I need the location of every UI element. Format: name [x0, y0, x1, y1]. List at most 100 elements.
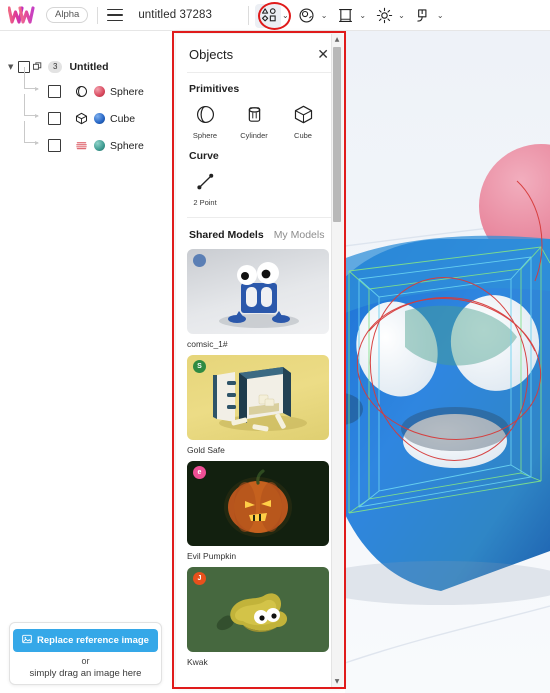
item-checkbox[interactable] [48, 112, 61, 125]
child-count-badge: 3 [48, 60, 63, 73]
model-label: Kwak [187, 657, 208, 667]
evil-pumpkin-thumbnail[interactable]: e [187, 461, 329, 546]
primitive-label: Cylinder [240, 131, 268, 140]
models-list: comsic_1# S Gold Safe e Evil Pumpkin J K… [176, 249, 342, 667]
primitives-section-label: Primitives [189, 83, 240, 95]
export-chevron-down-icon[interactable]: ⌄ [437, 11, 444, 20]
toolbar-divider-1 [97, 6, 99, 24]
scrollbar-thumb[interactable] [333, 47, 341, 222]
curve-section-label: Curve [189, 150, 219, 162]
image-icon [22, 634, 32, 647]
thumbnail-art [187, 567, 329, 652]
cube-wireframe-icon [71, 112, 91, 125]
model-label: comsic_1# [187, 339, 228, 349]
model-card[interactable]: S Gold Safe [187, 355, 331, 455]
cube-icon [293, 101, 314, 127]
model-card[interactable]: J Kwak [187, 567, 331, 667]
model-author-badge: S [193, 360, 206, 373]
item-checkbox[interactable] [48, 139, 61, 152]
material-sphere-icon[interactable] [294, 4, 320, 28]
model-author-badge: e [193, 466, 206, 479]
two-point-curve-icon [195, 168, 216, 194]
layers-wireframe-icon [71, 139, 91, 152]
primitive-label: Sphere [192, 131, 218, 140]
scroll-down-arrow-icon[interactable]: ▼ [332, 676, 342, 687]
close-icon[interactable]: ✕ [317, 48, 329, 62]
gold-safe-thumbnail[interactable]: S [187, 355, 329, 440]
model-author-badge [193, 254, 206, 267]
export-icon[interactable] [410, 4, 436, 28]
replace-reference-image-button[interactable]: Replace reference image [13, 628, 158, 652]
material-preview [94, 113, 105, 124]
model-author-badge: J [193, 572, 206, 585]
tree-connector [24, 121, 39, 145]
tree-item-label[interactable]: Sphere [110, 140, 144, 152]
tree-item-label[interactable]: Cube [110, 113, 135, 125]
3d-viewport[interactable] [345, 31, 550, 693]
curve-label: 2 Point [193, 198, 217, 207]
tool-materials[interactable]: ⌄ [294, 0, 333, 31]
tree-root-label[interactable]: Untitled [69, 61, 108, 73]
blue-character-thumbnail[interactable] [187, 249, 329, 334]
scroll-up-arrow-icon[interactable]: ▲ [332, 34, 342, 45]
toolbar-tools: ⌄ ⌄ ⌄ ⌄ ⌄ [248, 0, 449, 31]
objects-chevron-down-icon[interactable]: ⌄ [282, 11, 289, 20]
primitive-label: Cube [294, 131, 312, 140]
hamburger-menu-icon[interactable] [107, 8, 124, 22]
primitives-row: Sphere Cylinder Cube [176, 101, 342, 140]
objects-panel-title: Objects [189, 47, 234, 62]
tool-export[interactable]: ⌄ [410, 0, 449, 31]
lighting-chevron-down-icon[interactable]: ⌄ [398, 11, 405, 20]
objects-panel-header: Objects ✕ [176, 34, 342, 72]
tool-scene[interactable]: ⌄ [332, 0, 371, 31]
tool-lighting[interactable]: ⌄ [371, 0, 410, 31]
tab-my-models[interactable]: My Models [274, 229, 325, 241]
model-card[interactable]: e Evil Pumpkin [187, 461, 331, 561]
primitive-cube[interactable]: Cube [285, 101, 321, 140]
tree-item-sphere-2[interactable]: Sphere [0, 121, 172, 159]
thumbnail-art [187, 461, 329, 546]
objects-shapes-icon[interactable] [255, 3, 281, 28]
model-label: Gold Safe [187, 445, 225, 455]
toolbar-divider-2 [248, 6, 249, 25]
sphere-icon [195, 101, 216, 127]
model-card[interactable]: comsic_1# [187, 249, 331, 349]
tab-shared-models[interactable]: Shared Models [189, 229, 264, 241]
primitive-cylinder[interactable]: Cylinder [236, 101, 272, 140]
item-checkbox[interactable] [48, 85, 61, 98]
model-label: Evil Pumpkin [187, 551, 237, 561]
thumbnail-art [187, 355, 329, 440]
models-tabs: Shared Models My Models [176, 218, 342, 249]
scene-tree-panel: ▼ 3 Untitled Sphere Cube Sphere [0, 31, 172, 611]
objects-panel: Objects ✕ Primitives Sphere Cylinder Cub… [176, 34, 342, 687]
womp-3d-editor-window: Alpha untitled 37283 ⌄ ⌄ ⌄ ⌄ ⌄ ▼ 3 Untit… [0, 0, 550, 693]
light-sun-icon[interactable] [371, 4, 397, 28]
reference-image-panel: Replace reference image or simply drag a… [9, 622, 162, 685]
scene-frame-icon[interactable] [332, 4, 358, 28]
top-toolbar: Alpha untitled 37283 ⌄ ⌄ ⌄ ⌄ ⌄ [0, 0, 550, 31]
tree-connector [24, 67, 39, 91]
thumbnail-art [187, 249, 329, 334]
material-preview [94, 140, 105, 151]
tool-objects[interactable]: ⌄ [255, 0, 294, 31]
materials-chevron-down-icon[interactable]: ⌄ [321, 11, 328, 20]
viewport-render [345, 31, 550, 693]
or-label: or [81, 655, 90, 666]
drag-image-hint: simply drag an image here [29, 667, 142, 679]
scene-chevron-down-icon[interactable]: ⌄ [359, 11, 366, 20]
tree-item-label[interactable]: Sphere [110, 86, 144, 98]
material-preview [94, 86, 105, 97]
document-title[interactable]: untitled 37283 [138, 9, 212, 21]
primitive-sphere[interactable]: Sphere [187, 101, 223, 140]
tree-connector [24, 94, 39, 118]
alpha-badge: Alpha [46, 6, 89, 24]
replace-reference-image-label: Replace reference image [37, 634, 149, 646]
sphere-wireframe-icon [71, 85, 91, 98]
objects-panel-scrollbar[interactable]: ▲ ▼ [331, 34, 342, 687]
expand-triangle-icon[interactable]: ▼ [8, 63, 18, 71]
womp-logo-icon[interactable] [8, 5, 40, 25]
curve-two-point[interactable]: 2 Point [187, 168, 223, 207]
cylinder-icon [244, 101, 265, 127]
curve-row: 2 Point [176, 168, 342, 207]
kwak-thumbnail[interactable]: J [187, 567, 329, 652]
